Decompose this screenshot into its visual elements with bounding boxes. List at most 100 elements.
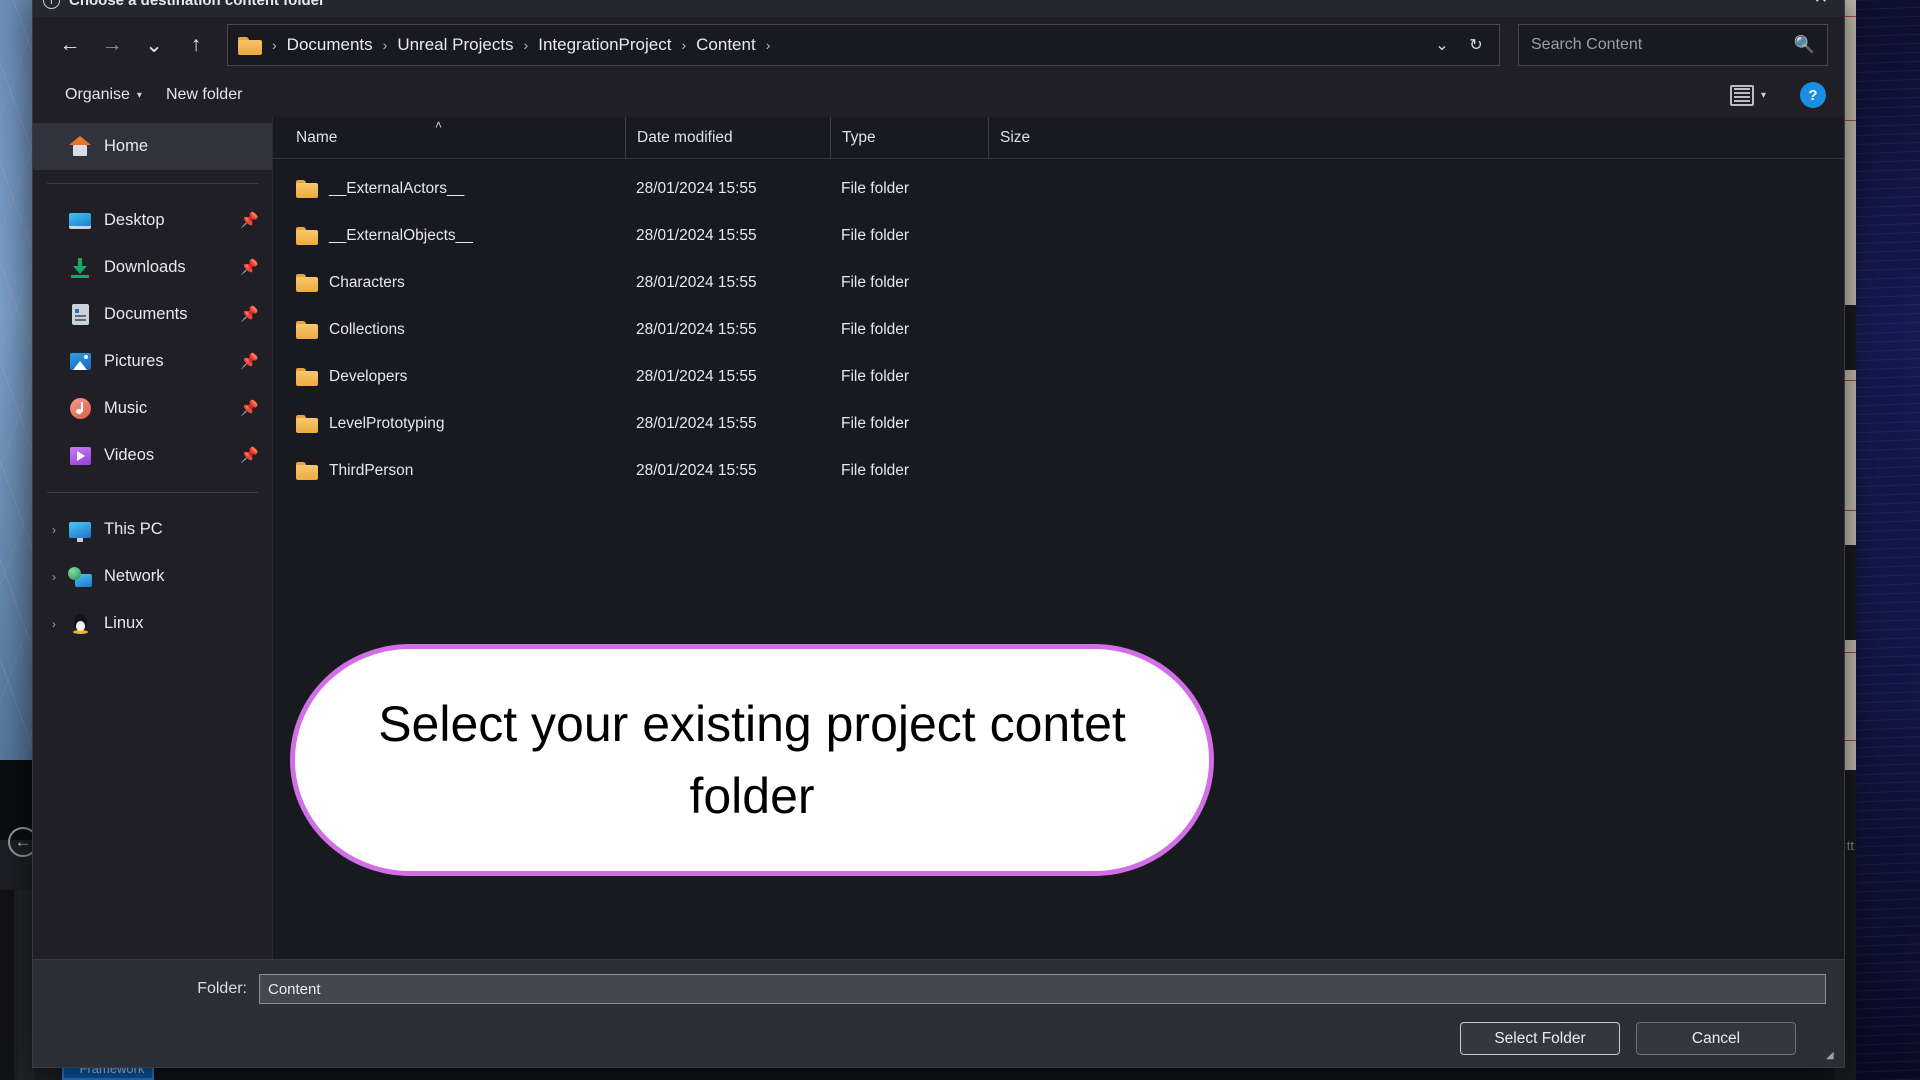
refresh-icon[interactable]: ↻: [1459, 28, 1493, 62]
sort-ascending-icon: ˄: [435, 117, 443, 132]
folder-icon: [296, 273, 319, 292]
row-name-cell: Developers: [285, 367, 625, 386]
chevron-right-icon[interactable]: ›: [43, 570, 65, 584]
organise-button[interactable]: Organise ▾: [53, 80, 154, 110]
row-name-label: __ExternalActors__: [329, 179, 465, 197]
folder-icon: [296, 461, 319, 480]
folder-icon: [296, 367, 319, 386]
info-icon: i: [43, 0, 60, 9]
sidebar-item-label: Documents: [104, 305, 188, 323]
breadcrumb-item-documents[interactable]: Documents: [281, 31, 379, 59]
table-row[interactable]: Characters 28/01/2024 15:55 File folder: [273, 259, 1844, 306]
sidebar-item-label: This PC: [104, 520, 163, 538]
column-header-name[interactable]: Name ˄: [285, 117, 625, 159]
row-type-cell: File folder: [841, 461, 910, 479]
chevron-down-icon[interactable]: ⌄: [1425, 28, 1459, 62]
sidebar-item-home[interactable]: Home: [33, 123, 272, 170]
row-name-cell: LevelPrototyping: [285, 414, 625, 433]
sidebar-item-label: Downloads: [104, 258, 186, 276]
document-icon: [65, 304, 95, 326]
row-type-cell: File folder: [841, 273, 910, 291]
chevron-right-icon[interactable]: ›: [43, 523, 65, 537]
organise-label: Organise: [65, 86, 130, 103]
row-type-cell: File folder: [841, 414, 910, 432]
pin-icon[interactable]: 📌: [240, 306, 259, 324]
row-name-label: Developers: [329, 367, 408, 385]
column-headers: Name ˄ Date modified Type Size: [273, 116, 1844, 159]
close-icon[interactable]: ✕: [1814, 0, 1828, 7]
forward-button[interactable]: →: [91, 24, 133, 66]
column-header-size[interactable]: Size: [988, 116, 1098, 159]
column-header-date-modified[interactable]: Date modified: [625, 116, 830, 159]
pin-icon[interactable]: 📌: [240, 353, 259, 371]
pin-icon[interactable]: 📌: [240, 259, 259, 277]
row-date-cell: 28/01/2024 15:55: [636, 367, 757, 385]
breadcrumb-item-integrationproject[interactable]: IntegrationProject: [532, 31, 677, 59]
back-button[interactable]: ←: [49, 24, 91, 66]
table-row[interactable]: Collections 28/01/2024 15:55 File folder: [273, 306, 1844, 353]
help-button[interactable]: ?: [1800, 82, 1826, 108]
row-date-cell: 28/01/2024 15:55: [636, 273, 757, 291]
column-header-type[interactable]: Type: [830, 116, 988, 159]
pin-icon[interactable]: 📌: [240, 447, 259, 465]
sidebar-item-network[interactable]: › Network: [33, 553, 272, 600]
sidebar-item-label: Home: [104, 137, 149, 155]
breadcrumb-separator: ›: [523, 37, 529, 53]
chevron-right-icon[interactable]: ›: [43, 617, 65, 631]
background-edge-label: tt: [1846, 838, 1854, 853]
row-name-cell: ThirdPerson: [285, 461, 625, 480]
row-type-cell: File folder: [841, 367, 910, 385]
recent-locations-button[interactable]: ⌄: [133, 24, 175, 66]
sidebar-item-documents[interactable]: Documents 📌: [33, 291, 272, 338]
row-name-cell: __ExternalObjects__: [285, 226, 625, 245]
breadcrumb-item-content[interactable]: Content: [690, 31, 762, 59]
cancel-button[interactable]: Cancel: [1636, 1022, 1796, 1055]
row-name-label: LevelPrototyping: [329, 414, 445, 432]
sidebar-item-pictures[interactable]: Pictures 📌: [33, 338, 272, 385]
sidebar-item-desktop[interactable]: Desktop 📌: [33, 197, 272, 244]
up-button[interactable]: ↑: [175, 24, 217, 66]
list-view-icon: [1729, 84, 1754, 106]
folder-name-input[interactable]: [259, 974, 1826, 1004]
table-row[interactable]: ThirdPerson 28/01/2024 15:55 File folder: [273, 447, 1844, 494]
view-layout-button[interactable]: ▾: [1718, 79, 1778, 112]
sidebar-item-downloads[interactable]: Downloads 📌: [33, 244, 272, 291]
breadcrumb-item-unreal-projects[interactable]: Unreal Projects: [391, 31, 519, 59]
search-icon[interactable]: 🔍: [1794, 35, 1815, 55]
folder-label: Folder:: [197, 980, 247, 997]
search-box[interactable]: 🔍: [1518, 24, 1828, 66]
sidebar-item-label: Videos: [104, 446, 155, 464]
sidebar-item-linux[interactable]: › Linux: [33, 600, 272, 647]
row-name-label: Characters: [329, 273, 405, 291]
table-row[interactable]: __ExternalActors__ 28/01/2024 15:55 File…: [273, 165, 1844, 212]
dialog-titlebar[interactable]: i Choose a destination content folder ✕: [33, 0, 1844, 17]
sidebar-item-label: Network: [104, 567, 165, 585]
command-toolbar: Organise ▾ New folder ▾ ?: [33, 73, 1844, 117]
address-bar[interactable]: › Documents › Unreal Projects › Integrat…: [227, 24, 1500, 66]
sidebar-item-this-pc[interactable]: › This PC: [33, 506, 272, 553]
picture-icon: [65, 351, 95, 373]
pin-icon[interactable]: 📌: [240, 212, 259, 230]
sidebar-item-music[interactable]: Music 📌: [33, 385, 272, 432]
folder-icon: [296, 320, 319, 339]
pin-icon[interactable]: 📌: [240, 400, 259, 418]
chevron-down-icon: ▾: [136, 89, 142, 101]
new-folder-button[interactable]: New folder: [154, 80, 254, 110]
callout-text: Select your existing project contet fold…: [378, 695, 1126, 825]
sidebar-item-label: Desktop: [104, 211, 165, 229]
table-row[interactable]: __ExternalObjects__ 28/01/2024 15:55 Fil…: [273, 212, 1844, 259]
row-type-cell: File folder: [841, 226, 910, 244]
folder-field-row: Folder:: [51, 974, 1826, 1004]
folder-icon: [238, 35, 264, 55]
column-header-label: Name: [296, 128, 338, 146]
resize-grip[interactable]: ◢: [1826, 1051, 1838, 1063]
table-row[interactable]: Developers 28/01/2024 15:55 File folder: [273, 353, 1844, 400]
sidebar-item-videos[interactable]: Videos 📌: [33, 432, 272, 479]
search-input[interactable]: [1531, 36, 1794, 54]
sidebar-item-label: Pictures: [104, 352, 164, 370]
select-folder-button[interactable]: Select Folder: [1460, 1022, 1620, 1055]
table-row[interactable]: LevelPrototyping 28/01/2024 15:55 File f…: [273, 400, 1844, 447]
folder-icon: [296, 414, 319, 433]
network-icon: [65, 566, 95, 588]
choose-folder-dialog: i Choose a destination content folder ✕ …: [32, 0, 1845, 1068]
